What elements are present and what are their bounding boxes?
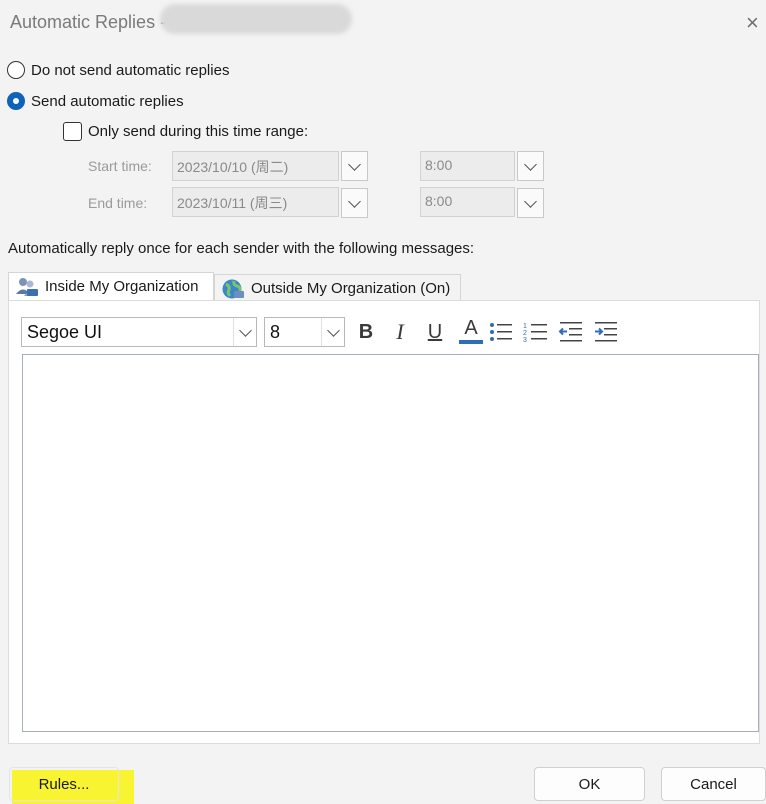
font-color-button[interactable]: A xyxy=(457,316,485,340)
svg-text:1: 1 xyxy=(523,323,527,330)
end-time-label: End time: xyxy=(88,195,148,211)
chevron-down-icon xyxy=(326,323,340,337)
font-size-value: 8 xyxy=(270,321,281,342)
font-family-value: Segoe UI xyxy=(27,321,103,342)
start-date-dropdown[interactable] xyxy=(341,151,368,181)
increase-indent-icon[interactable] xyxy=(593,320,619,344)
underline-button[interactable]: U xyxy=(421,318,449,346)
font-color-swatch xyxy=(459,340,483,344)
start-time-dropdown[interactable] xyxy=(517,151,544,181)
redacted-account-name xyxy=(160,4,352,34)
radio-button-selected[interactable] xyxy=(7,92,25,110)
time-range-checkbox-row[interactable]: Only send during this time range: xyxy=(63,122,308,141)
tab-outside-organization[interactable]: Outside My Organization (On) xyxy=(214,274,461,302)
end-time-dropdown[interactable] xyxy=(517,188,544,218)
chevron-down-icon xyxy=(348,194,361,208)
radio-send-automatic[interactable]: Send automatic replies xyxy=(7,92,184,110)
svg-text:3: 3 xyxy=(523,337,527,344)
decrease-indent-icon[interactable] xyxy=(558,320,584,344)
start-time-field[interactable]: 8:00 xyxy=(420,151,515,181)
close-button[interactable]: × xyxy=(746,10,766,36)
font-family-dropdown[interactable] xyxy=(233,318,256,346)
tab-inside-organization[interactable]: Inside My Organization xyxy=(8,272,214,300)
start-time-label: Start time: xyxy=(88,158,152,174)
font-family-select[interactable]: Segoe UI xyxy=(21,317,257,347)
chevron-down-icon xyxy=(524,194,537,208)
start-date-field[interactable]: 2023/10/10 (周二) xyxy=(172,151,339,181)
svg-text:2: 2 xyxy=(523,330,527,337)
rules-button[interactable]: Rules... xyxy=(9,767,119,801)
italic-button[interactable]: I xyxy=(386,318,414,346)
numbered-list-icon[interactable]: 1 2 3 xyxy=(523,320,549,344)
time-range-checkbox[interactable] xyxy=(63,122,82,141)
radio-label: Send automatic replies xyxy=(31,92,184,110)
ok-button[interactable]: OK xyxy=(534,767,645,801)
font-size-dropdown[interactable] xyxy=(321,318,344,346)
window-title: Automatic Replies - xyxy=(10,12,167,32)
chevron-down-icon xyxy=(238,323,252,337)
people-icon xyxy=(16,277,38,296)
end-date-field[interactable]: 2023/10/11 (周三) xyxy=(172,187,339,217)
radio-button[interactable] xyxy=(7,61,25,79)
reply-info-text: Automatically reply once for each sender… xyxy=(8,240,475,257)
radio-label: Do not send automatic replies xyxy=(31,61,230,79)
end-time-field[interactable]: 8:00 xyxy=(420,187,515,217)
checkbox-label: Only send during this time range: xyxy=(88,123,309,140)
chevron-down-icon xyxy=(524,157,537,171)
globe-icon xyxy=(222,279,244,298)
bullet-list-icon[interactable] xyxy=(489,320,513,344)
tab-label: Inside My Organization xyxy=(45,278,199,295)
radio-do-not-send[interactable]: Do not send automatic replies xyxy=(7,61,229,79)
tab-label: Outside My Organization (On) xyxy=(251,280,451,297)
chevron-down-icon xyxy=(348,157,361,171)
message-editor[interactable] xyxy=(22,354,759,732)
end-date-dropdown[interactable] xyxy=(341,188,368,218)
bold-button[interactable]: B xyxy=(352,318,380,346)
cancel-button[interactable]: Cancel xyxy=(661,767,766,801)
font-size-select[interactable]: 8 xyxy=(264,317,345,347)
